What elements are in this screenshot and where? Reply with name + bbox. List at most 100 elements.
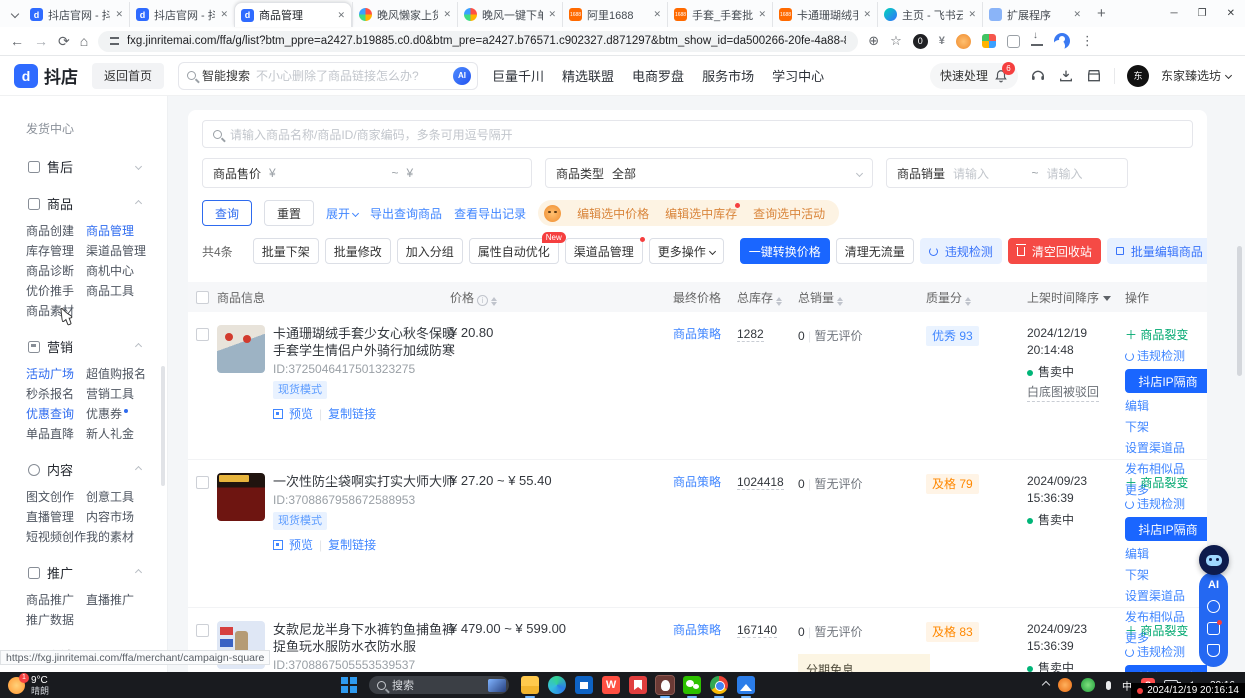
sort-desc-icon[interactable] [1103, 296, 1111, 301]
browser-tab[interactable]: 卡通珊瑚绒手套✕ [772, 2, 877, 27]
sidebar-item-single-discount[interactable]: 单品直降 [26, 424, 86, 444]
nav-qianchuan[interactable]: 巨量千川 [492, 66, 544, 85]
customer-service-icon[interactable] [1030, 68, 1046, 84]
nav-luopan[interactable]: 电商罗盘 [632, 66, 684, 85]
more-ops-button[interactable]: 更多操作 [649, 238, 724, 264]
auto-optimize-button[interactable]: 属性自动优化New [469, 238, 559, 264]
window-close-icon[interactable]: ✕ [1227, 8, 1235, 19]
sidebar-item-video-create[interactable]: 短视频创作 [26, 527, 86, 547]
tray-expand-icon[interactable] [1042, 681, 1050, 689]
refresh-icon[interactable]: ⟳ [58, 33, 70, 50]
photos-app-icon[interactable] [737, 676, 755, 694]
ai-robot-button[interactable] [1199, 545, 1229, 575]
batch-offshelf-button[interactable]: 批量下架 [253, 238, 319, 264]
sidebar-item-goods-promo[interactable]: 商品推广 [26, 590, 86, 610]
sort-icon[interactable] [491, 297, 497, 306]
tray-orange-app-icon[interactable] [1058, 678, 1072, 692]
export-goods-link[interactable]: 导出查询商品 [370, 205, 442, 222]
url-text[interactable]: fxg.jinritemai.com/ffa/g/list?btm_ppre=a… [127, 35, 846, 47]
tab-close-icon[interactable]: ✕ [115, 9, 123, 20]
reset-button[interactable]: 重置 [264, 200, 314, 226]
product-title[interactable]: 卡通珊瑚绒手套少女心秋冬保暖手套学生情侣户外骑行加绒防寒手套 [273, 325, 457, 359]
strategy-link[interactable]: 商品策略 [673, 325, 721, 342]
quick-handle-button[interactable]: 快速处理 6 [930, 63, 1018, 89]
extension-tiger-icon[interactable] [956, 34, 971, 49]
extensions-puzzle-icon[interactable] [1007, 35, 1020, 48]
clean-no-traffic-button[interactable]: 清理无流量 [836, 238, 914, 264]
back-home-button[interactable]: 返回首页 [92, 63, 164, 89]
violation-check-link[interactable]: 违规检测 [1125, 642, 1207, 663]
doudian-logo[interactable]: d 抖店 [14, 63, 78, 88]
file-explorer-icon[interactable] [521, 676, 539, 694]
url-bar[interactable]: fxg.jinritemai.com/ffa/g/list?btm_ppre=a… [98, 31, 858, 52]
nav-jingxuan[interactable]: 精选联盟 [562, 66, 614, 85]
sidebar-item-coupon[interactable]: 优惠券 [86, 404, 167, 424]
one-key-price-button[interactable]: 一键转换价格 [740, 238, 830, 264]
message-icon[interactable] [1207, 622, 1220, 635]
product-title[interactable]: 女款尼龙半身下水裤钓鱼捕鱼裤捉鱼玩水服防水衣防水服 [273, 621, 457, 655]
sidebar-item-goods-tools[interactable]: 商品工具 [86, 281, 167, 301]
stock-value[interactable]: 1282 [737, 325, 764, 342]
sidebar-item-live-manage[interactable]: 直播管理 [26, 507, 86, 527]
tab-close-icon[interactable]: ✕ [758, 9, 766, 20]
tab-search-chevron-icon[interactable] [11, 9, 19, 17]
sidebar-item-goods-material[interactable]: 商品素材 [26, 301, 86, 321]
shield-icon[interactable] [1207, 644, 1220, 657]
browser-tab[interactable]: 手套_手套批发_手✕ [667, 2, 772, 27]
sidebar-item-newbie-gift[interactable]: 新人礼金 [86, 424, 167, 444]
sidebar-group-aftersale[interactable]: 售后 [28, 157, 167, 176]
tab-close-icon[interactable]: ✕ [863, 9, 871, 20]
profile-avatar-icon[interactable] [1054, 33, 1070, 49]
wps-icon[interactable]: W [602, 676, 620, 694]
preview-link[interactable]: 预览 [289, 405, 313, 422]
douyin-ip-button[interactable]: 抖店IP隔商 [1125, 369, 1207, 393]
violation-check-link[interactable]: 违规检测 [1125, 494, 1207, 515]
sidebar-item-stock-manage[interactable]: 库存管理 [26, 241, 86, 261]
batch-edit-goods-button[interactable]: 批量编辑商品 [1107, 238, 1207, 264]
sidebar-item-creative-tools[interactable]: 创意工具 [86, 487, 167, 507]
taskbar-search[interactable]: 搜索 [369, 676, 509, 694]
browser-menu-icon[interactable]: ⋮ [1081, 33, 1094, 49]
goods-fission-link[interactable]: ＋ 商品裂变 [1125, 473, 1207, 494]
back-icon[interactable]: ← [10, 33, 24, 49]
sidebar-item-channel-goods[interactable]: 渠道品管理 [86, 241, 167, 261]
stock-value[interactable]: 167140 [737, 621, 777, 638]
offshelf-link[interactable]: 下架 [1125, 565, 1207, 586]
browser-tab[interactable]: 晚风懒家上货✕ [352, 2, 457, 27]
shop-name[interactable]: 东家臻选坊 [1161, 67, 1231, 84]
sidebar-item-delivery-center[interactable]: 发货中心 [26, 120, 167, 137]
main-scrollbar[interactable] [1237, 246, 1242, 376]
downloads-icon[interactable] [1031, 36, 1043, 46]
plugin-query-activity[interactable]: 查询选中活动 [753, 205, 825, 222]
browser-tab-active[interactable]: 商品管理✕ [234, 2, 352, 27]
offshelf-link[interactable]: 下架 [1125, 417, 1207, 438]
douyin-ip-button[interactable]: 抖店IP隔商 [1125, 517, 1207, 541]
batch-modify-button[interactable]: 批量修改 [325, 238, 391, 264]
row-checkbox[interactable] [196, 328, 209, 341]
tab-close-icon[interactable]: ✕ [548, 9, 556, 20]
window-minimize-icon[interactable]: ─ [1171, 8, 1178, 19]
product-image[interactable] [217, 473, 265, 521]
product-title[interactable]: 一次性防尘袋啊实打实大师大师 [273, 473, 457, 490]
sidebar-group-content[interactable]: 内容 [28, 460, 167, 479]
sidebar-item-my-material[interactable]: 我的素材 [86, 527, 167, 547]
nav-learning-center[interactable]: 学习中心 [772, 66, 824, 85]
goods-fission-link[interactable]: ＋ 商品裂变 [1125, 325, 1207, 346]
set-channel-link[interactable]: 设置渠道品 [1125, 586, 1207, 607]
stock-value[interactable]: 1024418 [737, 473, 784, 490]
strategy-link[interactable]: 商品策略 [673, 621, 721, 638]
storefront-icon[interactable] [1086, 68, 1102, 84]
sidebar-item-goods-diagnose[interactable]: 商品诊断 [26, 261, 86, 281]
sidebar-item-article-create[interactable]: 图文创作 [26, 487, 86, 507]
extension-dark-icon[interactable]: 0 [913, 34, 928, 49]
reject-notice[interactable]: 白底图被驳回 [1027, 384, 1099, 402]
goods-fission-link[interactable]: ＋ 商品裂变 [1125, 621, 1207, 642]
add-group-button[interactable]: 加入分组 [397, 238, 463, 264]
ai-label[interactable]: AI [1208, 579, 1219, 591]
browser-tab[interactable]: 晚风一键下单 - 安✕ [457, 2, 562, 27]
empty-recycle-button[interactable]: 清空回收站 [1008, 238, 1101, 264]
wechat-icon[interactable] [683, 676, 701, 694]
extension-currency-icon[interactable]: ¥ [939, 35, 945, 47]
chrome-icon[interactable] [710, 676, 728, 694]
copy-link[interactable]: 复制链接 [328, 405, 376, 422]
